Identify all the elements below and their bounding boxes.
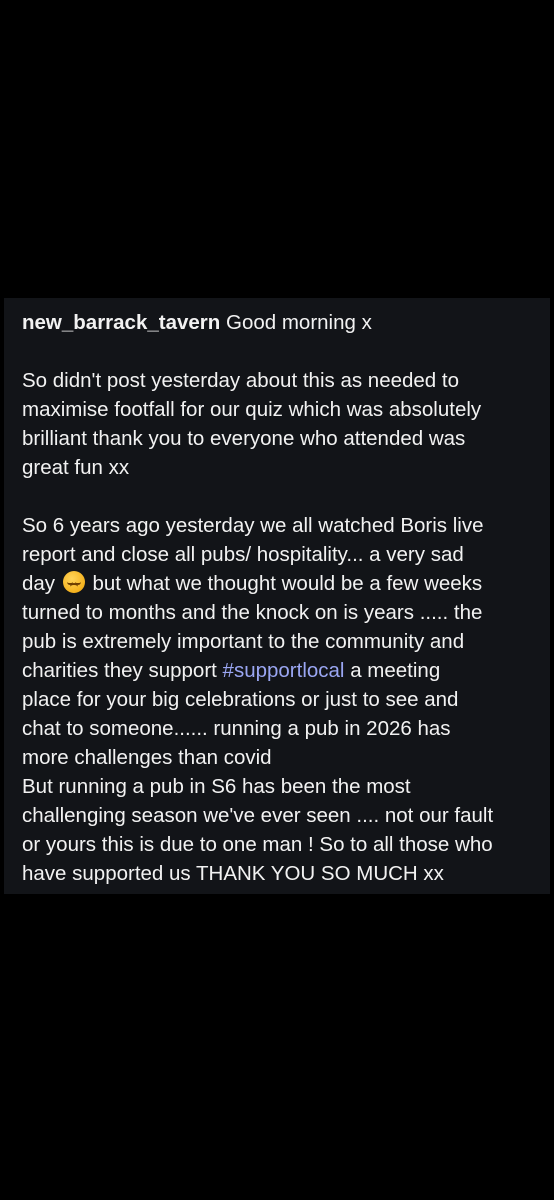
caption-line: brilliant thank you to everyone who atte… [22, 427, 466, 450]
caption-text: but what we thought would be a few weeks [86, 572, 483, 595]
disappointed-face-icon [62, 571, 85, 593]
caption-text: charities they support [22, 659, 223, 682]
caption-header: new_barrack_tavern Good morning x [22, 308, 550, 337]
caption-line: charities they support #supportlocal a m… [22, 656, 550, 685]
caption-line: So 6 years ago yesterday we all watched … [22, 514, 484, 537]
caption-line: turned to months and the knock on is yea… [22, 601, 483, 624]
greeting-text: Good morning x [220, 311, 372, 334]
caption-line: more challenges than covid [22, 746, 272, 769]
caption-text: day [22, 572, 61, 595]
caption-line: or yours this is due to one man ! So to … [22, 833, 493, 856]
caption-line: challenging season we've ever seen .... … [22, 804, 494, 827]
caption-line: So didn't post yesterday about this as n… [22, 369, 459, 392]
caption-line: But running a pub in S6 has been the mos… [22, 775, 411, 798]
screen: { "post": { "username": "new_barrack_tav… [0, 0, 554, 1200]
caption-line: report and close all pubs/ hospitality..… [22, 543, 464, 566]
caption-line: great fun xx [22, 456, 130, 479]
caption-line: have supported us THANK YOU SO MUCH xx [22, 862, 444, 885]
caption-line: pub is extremely important to the commun… [22, 630, 465, 653]
caption-line: chat to someone...... running a pub in 2… [22, 717, 451, 740]
caption-card: new_barrack_tavern Good morning x So did… [4, 298, 550, 894]
caption-line: maximise footfall for our quiz which was… [22, 398, 482, 421]
caption-text: a meeting [344, 659, 441, 682]
caption-line: place for your big celebrations or just … [22, 688, 459, 711]
caption-paragraph-2: So 6 years ago yesterday we all watched … [22, 511, 550, 888]
username-link[interactable]: new_barrack_tavern [22, 311, 220, 334]
caption-line: day but what we thought would be a few w… [22, 569, 550, 598]
hashtag-link[interactable]: #supportlocal [223, 659, 345, 682]
caption-paragraph-1: So didn't post yesterday about this as n… [22, 366, 550, 482]
